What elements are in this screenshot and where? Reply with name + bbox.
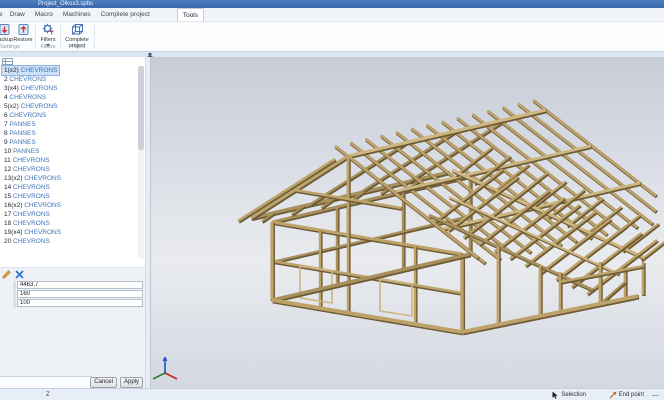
tab-tools[interactable]: Tools	[177, 8, 204, 21]
restore-icon	[17, 23, 30, 36]
parts-list-panel: 1(x2) CHEVRONS2 CHEVRONS3(x4) CHEVRONS4 …	[0, 57, 145, 267]
statusbar: Z Selection End point	[0, 388, 664, 400]
list-item[interactable]: 13(x2) CHEVRONS	[0, 174, 137, 183]
dimension-fields	[17, 281, 143, 308]
ribbon-separator	[60, 24, 61, 48]
list-item[interactable]: 11 CHEVRONS	[0, 156, 137, 165]
statusbar-grip	[652, 395, 659, 396]
parts-list: 1(x2) CHEVRONS2 CHEVRONS3(x4) CHEVRONS4 …	[0, 66, 137, 246]
field-gutter	[13, 281, 16, 308]
edit-pencil-icon[interactable]	[2, 270, 11, 279]
restore-label: Restore	[13, 37, 32, 43]
app-window: Project_Oikos3.spbs eDrawMacroMachinesCo…	[0, 0, 664, 400]
group-label-project: Project	[62, 44, 92, 50]
list-item[interactable]: 7 PANNES	[0, 120, 137, 129]
list-item[interactable]: 9 PANNES	[0, 138, 137, 147]
statusbar-selection[interactable]: Selection	[552, 391, 586, 399]
list-item[interactable]: 10 PANNES	[0, 147, 137, 156]
dimension-field-2[interactable]	[17, 290, 143, 298]
dimension-field-3[interactable]	[17, 299, 143, 307]
timber-frame-model	[151, 57, 664, 388]
statusbar-z: Z	[46, 392, 50, 398]
dimension-field-1[interactable]	[17, 281, 143, 289]
titlebar: Project_Oikos3.spbs	[0, 0, 664, 8]
tab-macro[interactable]: Macro	[30, 8, 58, 21]
list-item[interactable]: 5(x2) CHEVRONS	[0, 102, 137, 111]
ribbon: Backup Restore Filters	[0, 22, 664, 51]
statusbar-end-point[interactable]: End point	[609, 391, 644, 399]
ribbon-tab-bar: eDrawMacroMachinesComplete projectTools	[0, 8, 664, 22]
tab-draw[interactable]: Draw	[5, 8, 30, 21]
list-item[interactable]: 3(x4) CHEVRONS	[0, 84, 137, 93]
restore-button[interactable]: Restore	[11, 23, 35, 43]
list-item[interactable]: 2 CHEVRONS	[0, 75, 137, 84]
list-scrollbar-thumb[interactable]	[138, 66, 144, 150]
list-item[interactable]: 6 CHEVRONS	[0, 111, 137, 120]
list-item[interactable]: 14 CHEVRONS	[0, 183, 137, 192]
list-scrollbar[interactable]	[138, 66, 144, 258]
end-point-icon	[609, 391, 617, 399]
tab-complete-project[interactable]: Complete project	[96, 8, 155, 21]
group-label-settings: Settings	[0, 44, 32, 50]
apply-button[interactable]: Apply	[120, 377, 143, 388]
ribbon-separator	[94, 24, 95, 48]
list-item[interactable]: 8 PANNES	[0, 129, 137, 138]
cancel-button[interactable]: Cancel	[90, 377, 117, 388]
close-x-icon[interactable]	[15, 270, 24, 279]
cube-icon	[71, 23, 84, 36]
group-label-filters: Filters	[38, 44, 58, 50]
list-item[interactable]: 12 CHEVRONS	[0, 165, 137, 174]
window-title: Project_Oikos3.spbs	[38, 0, 93, 8]
list-item[interactable]: 4 CHEVRONS	[0, 93, 137, 102]
list-item[interactable]: 1(x2) CHEVRONS	[0, 66, 137, 75]
tab-machines[interactable]: Machines	[58, 8, 96, 21]
list-item[interactable]: 19(x4) CHEVRONS	[0, 228, 137, 237]
filters-label: Filters	[41, 37, 56, 43]
3d-viewport[interactable]	[151, 57, 664, 388]
properties-panel: Cancel Apply	[0, 267, 145, 388]
backup-icon	[0, 23, 11, 36]
cursor-icon	[552, 391, 559, 399]
list-item[interactable]: 18 CHEVRONS	[0, 219, 137, 228]
ribbon-separator	[35, 24, 36, 48]
list-item[interactable]: 16(x2) CHEVRONS	[0, 201, 137, 210]
list-item[interactable]: 15 CHEVRONS	[0, 192, 137, 201]
list-item[interactable]: 20 CHEVRONS	[0, 237, 137, 246]
filter-gear-icon	[42, 23, 55, 36]
list-item[interactable]: 17 CHEVRONS	[0, 210, 137, 219]
